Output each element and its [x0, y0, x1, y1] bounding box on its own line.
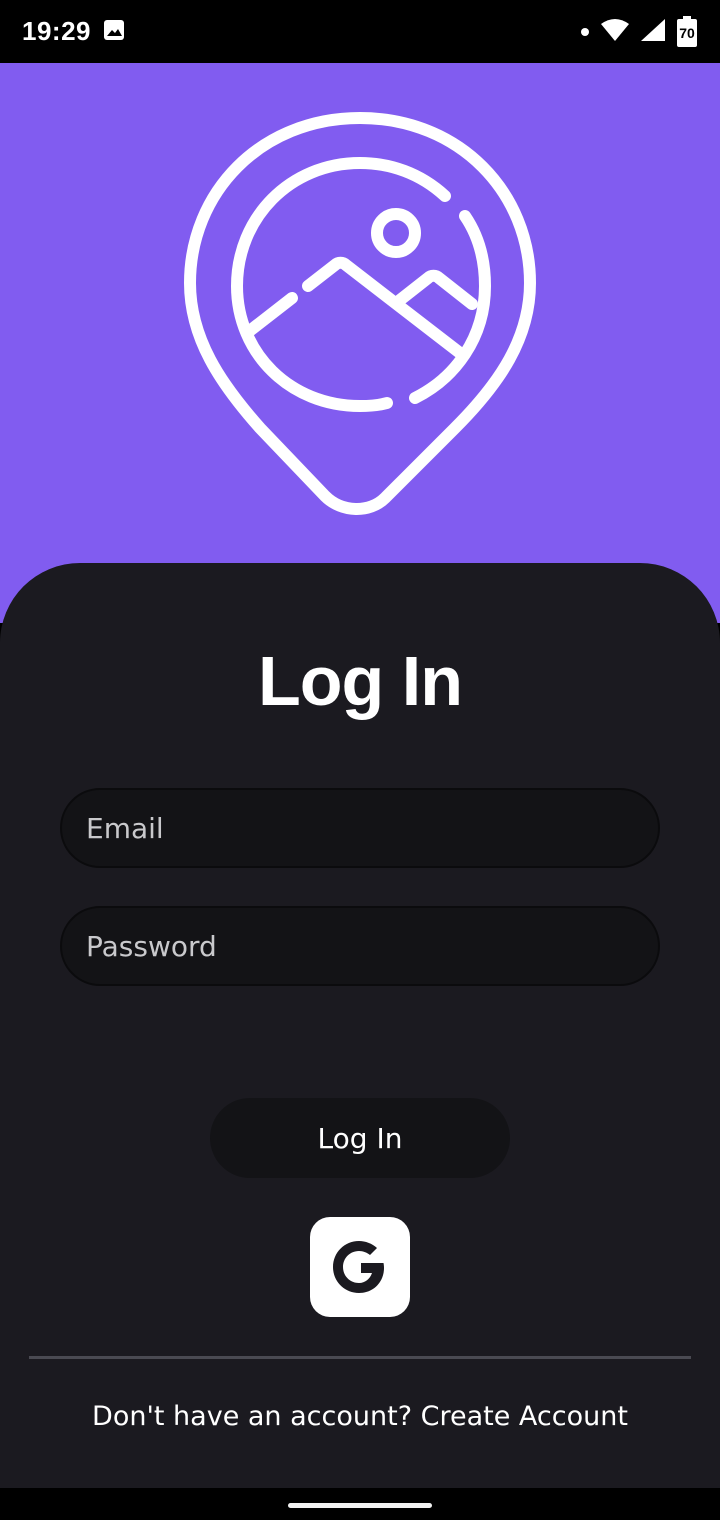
login-card: Log In Email Password Log In Don't have …	[0, 563, 720, 1488]
signal-icon	[640, 18, 666, 46]
home-indicator[interactable]	[288, 1503, 432, 1508]
divider	[29, 1356, 691, 1359]
notification-dot-icon	[580, 22, 590, 41]
google-signin-button[interactable]	[310, 1217, 410, 1317]
password-placeholder: Password	[86, 929, 217, 963]
google-icon	[333, 1241, 384, 1293]
status-right: 70	[580, 15, 698, 48]
create-account-link[interactable]: Create Account	[421, 1401, 628, 1432]
location-pin-image-icon	[184, 112, 536, 515]
email-field[interactable]: Email	[60, 788, 660, 868]
email-placeholder: Email	[86, 811, 164, 845]
navigation-bar	[0, 1488, 720, 1520]
battery-level: 70	[679, 24, 695, 41]
login-button-label: Log In	[317, 1121, 403, 1155]
image-icon	[103, 19, 125, 45]
page-title: Log In	[258, 642, 463, 720]
login-button[interactable]: Log In	[210, 1098, 510, 1178]
status-left: 19:29	[22, 16, 125, 47]
signup-prompt: Don't have an account? Create Account	[0, 1401, 720, 1432]
password-field[interactable]: Password	[60, 906, 660, 986]
status-time: 19:29	[22, 16, 91, 46]
battery-icon: 70	[676, 15, 698, 48]
hero-banner	[0, 63, 720, 623]
wifi-icon	[600, 18, 630, 46]
signup-prompt-text: Don't have an account?	[92, 1401, 413, 1432]
status-bar: 19:29 70	[0, 0, 720, 63]
